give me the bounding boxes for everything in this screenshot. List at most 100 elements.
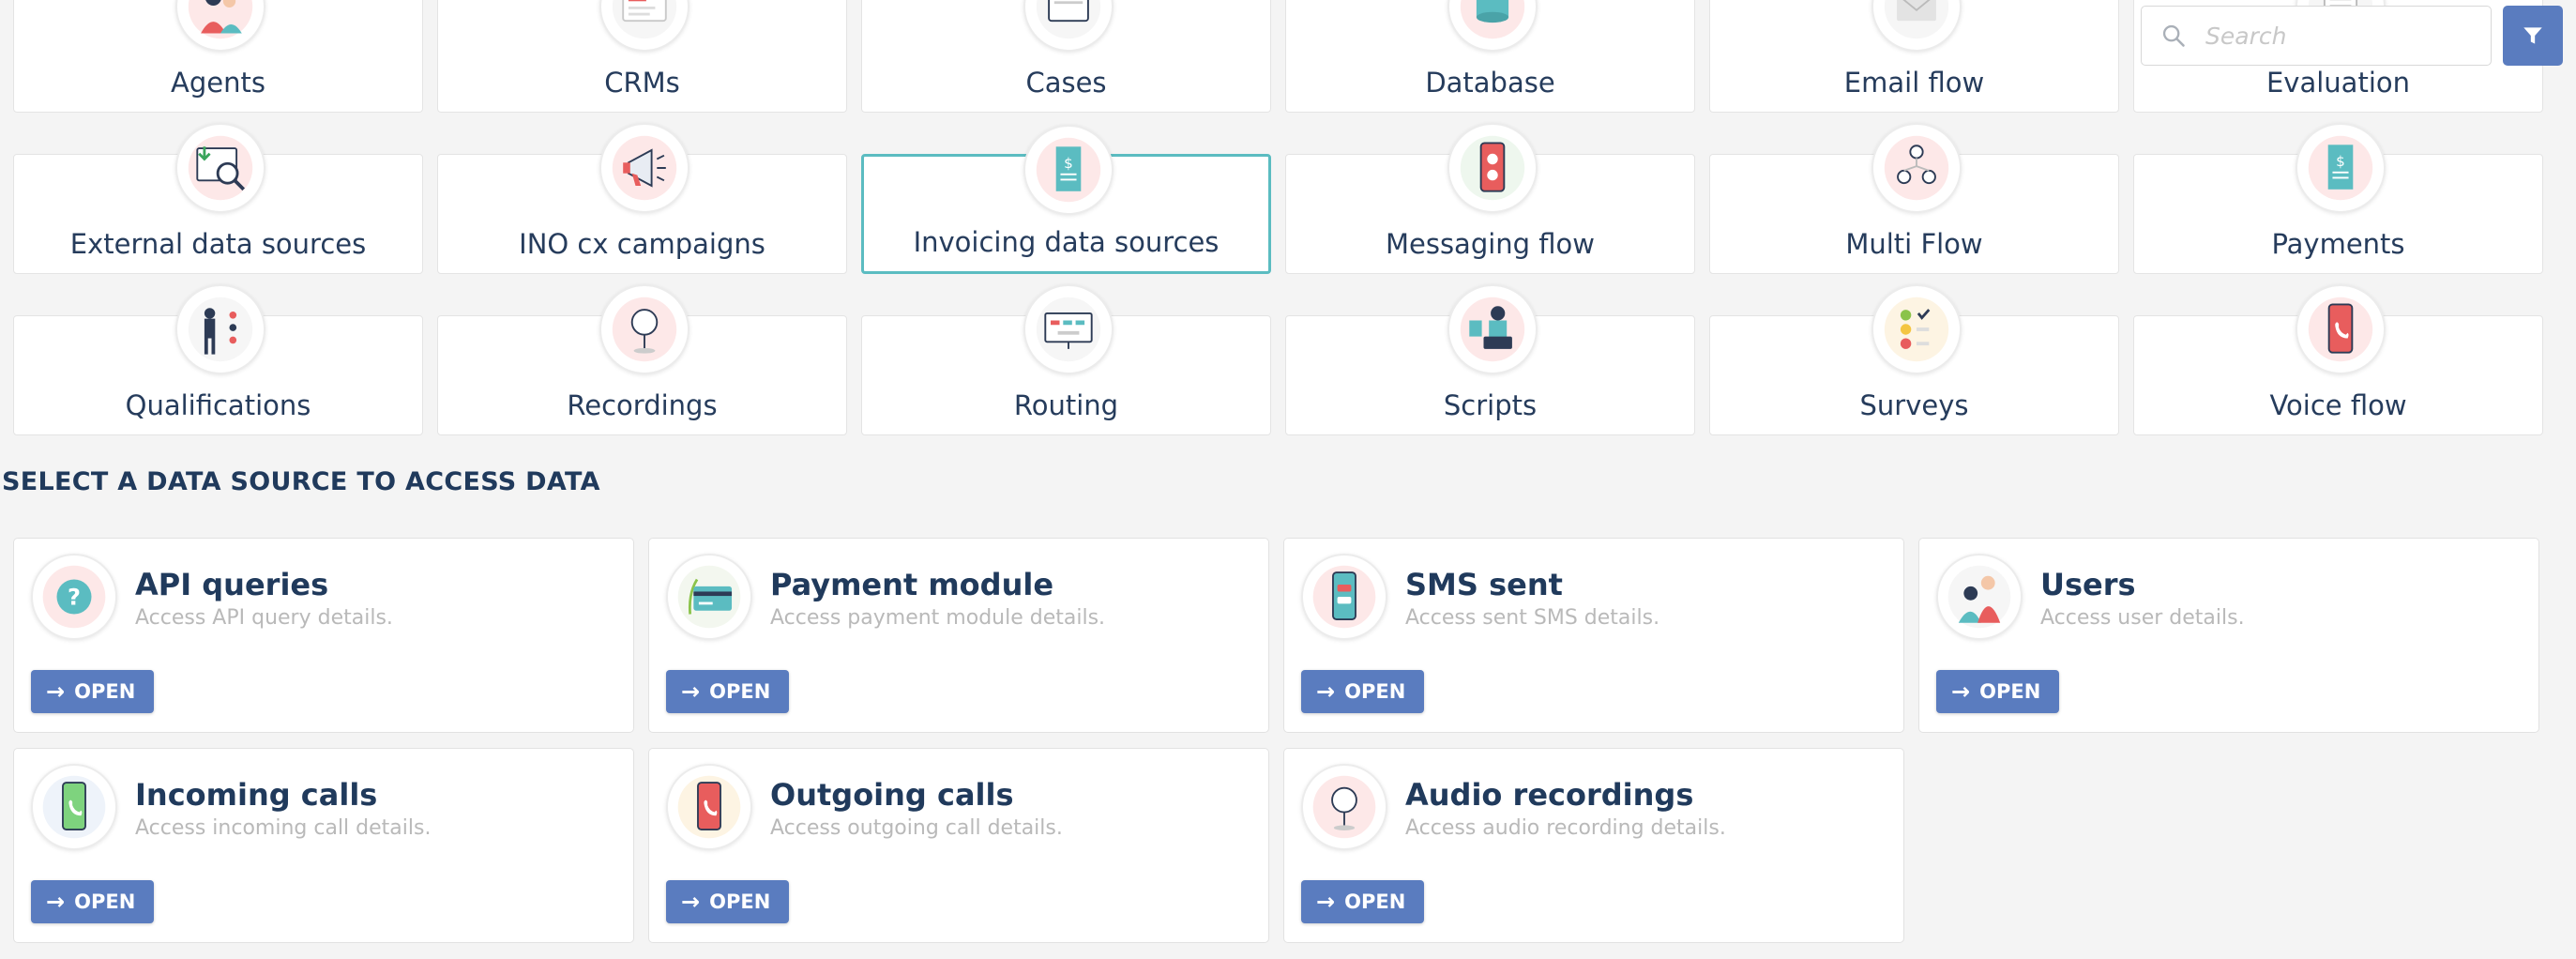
scripts-icon — [1447, 284, 1538, 374]
category-label: Scripts — [1443, 389, 1538, 421]
incoming-call-icon — [31, 764, 117, 850]
category-label: Invoicing data sources — [913, 226, 1220, 258]
open-button-audio-recordings[interactable]: → OPEN — [1301, 880, 1425, 923]
category-card-multi-flow[interactable]: Multi Flow — [1709, 123, 2119, 274]
category-card-ino-cx-campaigns[interactable]: INO cx campaigns — [437, 123, 847, 274]
open-label: OPEN — [1979, 680, 2041, 703]
source-title: Payment module — [770, 567, 1054, 602]
source-title: SMS sent — [1405, 567, 1563, 602]
question-icon: ? — [31, 554, 117, 640]
open-label: OPEN — [74, 680, 136, 703]
audio-recording-icon — [1301, 764, 1387, 850]
category-card-recordings[interactable]: Recordings — [437, 284, 847, 435]
source-title: Audio recordings — [1405, 777, 1694, 813]
category-label: Recordings — [567, 389, 718, 421]
source-card-audio-recordings: Audio recordings Access audio recording … — [1283, 748, 1904, 943]
category-card-qualifications[interactable]: Qualifications — [13, 284, 423, 435]
source-card-outgoing-calls: Outgoing calls Access outgoing call deta… — [648, 748, 1269, 943]
source-description: Access audio recording details. — [1405, 816, 1726, 840]
crm-icon — [599, 0, 689, 52]
routing-icon — [1023, 284, 1114, 374]
source-title: Outgoing calls — [770, 777, 1014, 813]
category-card-scripts[interactable]: Scripts — [1285, 284, 1695, 435]
arrow-right-icon: → — [46, 678, 66, 705]
category-card-payments[interactable]: $ Payments — [2133, 123, 2543, 274]
agents-icon — [174, 0, 265, 52]
category-card-external-data-sources[interactable]: External data sources — [13, 123, 423, 274]
messaging-icon — [1447, 123, 1538, 213]
outgoing-call-icon — [666, 764, 752, 850]
open-button-users[interactable]: → OPEN — [1936, 670, 2060, 713]
category-label: CRMs — [604, 67, 680, 99]
filter-button[interactable] — [2503, 6, 2563, 66]
category-card-routing[interactable]: Routing — [861, 284, 1271, 435]
email-icon — [1871, 0, 1962, 52]
data-source-grid: ? API queries Access API query details. … — [13, 538, 2539, 943]
source-card-users: Users Access user details. → OPEN — [1918, 538, 2539, 733]
database-icon — [1447, 0, 1538, 52]
filter-icon — [2523, 27, 2542, 44]
category-label: Agents — [171, 67, 265, 99]
section-title: SELECT A DATA SOURCE TO ACCESS DATA — [2, 467, 600, 496]
arrow-right-icon: → — [681, 678, 701, 705]
category-label: Routing — [1013, 389, 1119, 421]
open-label: OPEN — [74, 890, 136, 913]
source-description: Access payment module details. — [770, 606, 1106, 630]
category-label: Evaluation — [2265, 67, 2410, 99]
svg-text:$: $ — [1064, 155, 1073, 172]
sms-phone-icon — [1301, 554, 1387, 640]
category-label: Multi Flow — [1845, 228, 1983, 260]
search-box[interactable] — [2141, 6, 2492, 66]
source-card-sms-sent: SMS sent Access sent SMS details. → OPEN — [1283, 538, 1904, 733]
open-label: OPEN — [1344, 890, 1406, 913]
open-button-outgoing-calls[interactable]: → OPEN — [666, 880, 790, 923]
category-label: External data sources — [69, 228, 367, 260]
multi-flow-icon — [1871, 123, 1962, 213]
source-description: Access incoming call details. — [135, 816, 432, 840]
source-title: Users — [2040, 567, 2136, 602]
svg-text:?: ? — [68, 584, 81, 610]
open-button-sms-sent[interactable]: → OPEN — [1301, 670, 1425, 713]
category-card-email-flow[interactable]: Email flow — [1709, 0, 2119, 113]
category-label: Database — [1425, 67, 1555, 99]
microphone-icon — [599, 284, 689, 374]
category-label: Messaging flow — [1385, 228, 1596, 260]
category-card-agents[interactable]: Agents — [13, 0, 423, 113]
category-card-invoicing-data-sources[interactable]: $ Invoicing data sources — [861, 125, 1271, 274]
source-description: Access API query details. — [135, 606, 393, 630]
source-description: Access sent SMS details. — [1405, 606, 1660, 630]
search-icon — [2162, 24, 2185, 47]
category-card-database[interactable]: Database — [1285, 0, 1695, 113]
category-card-messaging-flow[interactable]: Messaging flow — [1285, 123, 1695, 274]
category-card-cases[interactable]: Cases — [861, 0, 1271, 113]
category-card-voice-flow[interactable]: Voice flow — [2133, 284, 2543, 435]
users-icon — [1936, 554, 2023, 640]
source-card-payment-module: Payment module Access payment module det… — [648, 538, 1269, 733]
cases-icon — [1023, 0, 1114, 52]
surveys-icon — [1871, 284, 1962, 374]
arrow-right-icon: → — [681, 889, 701, 915]
category-card-crms[interactable]: CRMs — [437, 0, 847, 113]
open-label: OPEN — [709, 680, 771, 703]
megaphone-icon — [599, 123, 689, 213]
open-button-incoming-calls[interactable]: → OPEN — [31, 880, 155, 923]
open-button-payment-module[interactable]: → OPEN — [666, 670, 790, 713]
category-label: Surveys — [1859, 389, 1969, 421]
credit-card-icon — [666, 554, 752, 640]
category-label: Payments — [2271, 228, 2405, 260]
arrow-right-icon: → — [1951, 678, 1971, 705]
category-label: Qualifications — [125, 389, 311, 421]
category-label: Email flow — [1843, 67, 1985, 99]
arrow-right-icon: → — [1316, 678, 1336, 705]
category-label: Cases — [1025, 67, 1107, 99]
source-card-api-queries: ? API queries Access API query details. … — [13, 538, 634, 733]
open-button-api-queries[interactable]: → OPEN — [31, 670, 155, 713]
external-data-icon — [174, 123, 265, 213]
invoice-icon: $ — [1023, 125, 1114, 215]
source-description: Access user details. — [2040, 606, 2245, 630]
category-card-surveys[interactable]: Surveys — [1709, 284, 2119, 435]
voice-icon — [2295, 284, 2386, 374]
search-input[interactable] — [2204, 21, 2479, 51]
payments-icon: $ — [2295, 123, 2386, 213]
source-title: API queries — [135, 567, 329, 602]
